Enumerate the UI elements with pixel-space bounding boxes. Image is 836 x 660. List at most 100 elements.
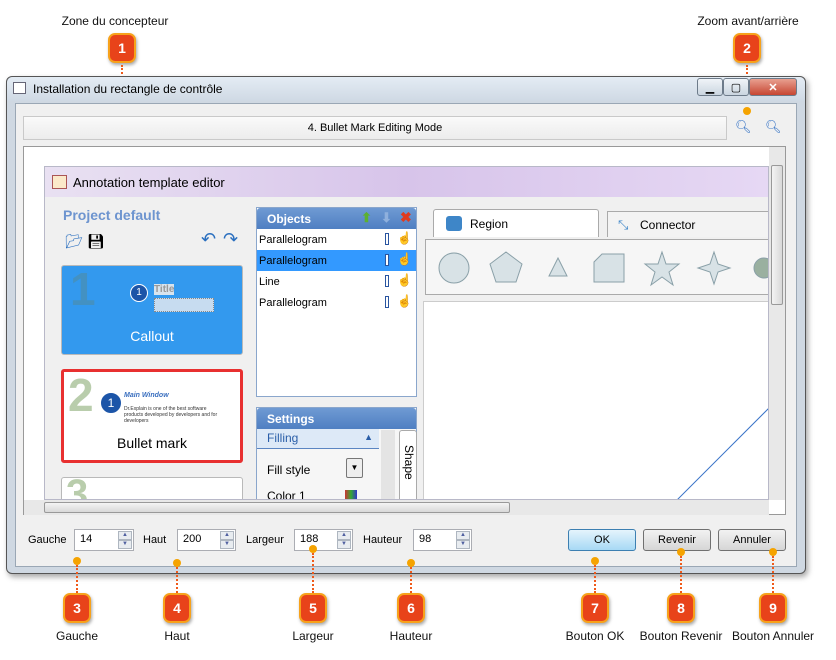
fill-style-label: Fill style bbox=[267, 463, 311, 477]
object-list-item[interactable]: Parallelogram ☝ bbox=[257, 292, 416, 313]
callout-line bbox=[772, 556, 774, 593]
object-list-item[interactable]: Parallelogram ☝ bbox=[257, 250, 416, 271]
object-name: Parallelogram bbox=[259, 254, 327, 267]
bullet-icon: 1 bbox=[130, 284, 148, 302]
haut-spinbox[interactable]: 200 ▲ ▼ bbox=[177, 529, 236, 551]
close-button[interactable]: ✕ bbox=[749, 78, 797, 96]
hauteur-label: Hauteur bbox=[363, 534, 403, 546]
triangle-shape-icon[interactable] bbox=[548, 256, 568, 277]
template-number: 3 bbox=[66, 472, 89, 500]
hauteur-spinbox[interactable]: 98 ▲ ▼ bbox=[413, 529, 472, 551]
save-icon[interactable]: 💾︎ bbox=[87, 233, 105, 250]
spin-up-button[interactable]: ▲ bbox=[220, 531, 234, 540]
tab-label: Connector bbox=[640, 217, 696, 232]
hand-icon[interactable]: ☝ bbox=[397, 231, 412, 245]
gauche-value[interactable]: 14 bbox=[80, 533, 92, 545]
visibility-icon[interactable] bbox=[385, 233, 389, 245]
preview-title: Title bbox=[154, 284, 175, 295]
star-shape-icon[interactable] bbox=[643, 250, 681, 287]
spin-down-button[interactable]: ▼ bbox=[220, 540, 234, 549]
hand-icon[interactable]: ☝ bbox=[397, 273, 412, 287]
tab-connector[interactable]: ⤡ Connector bbox=[607, 211, 768, 237]
cancel-button[interactable]: Annuler bbox=[718, 529, 786, 551]
line-object[interactable] bbox=[677, 404, 769, 500]
shape-tab[interactable]: Shape bbox=[399, 430, 417, 499]
callout-badge-7: 7 bbox=[581, 593, 609, 623]
callout-line bbox=[312, 553, 314, 593]
hand-icon[interactable]: ☝ bbox=[397, 252, 412, 266]
starburst-shape-icon[interactable] bbox=[753, 257, 769, 279]
horizontal-scrollbar[interactable] bbox=[24, 500, 769, 515]
star4-shape-icon[interactable] bbox=[696, 250, 732, 286]
pentagon-shape-icon[interactable] bbox=[489, 251, 523, 283]
minimize-button[interactable]: ▁ bbox=[697, 78, 723, 96]
spin-up-button[interactable]: ▲ bbox=[337, 531, 351, 540]
editor-title: Annotation template editor bbox=[73, 174, 225, 190]
move-down-icon[interactable]: ⬇ bbox=[381, 210, 392, 226]
visibility-icon[interactable] bbox=[385, 254, 389, 266]
editor-title-bar: Annotation template editor bbox=[45, 167, 768, 197]
preview-text-box bbox=[154, 298, 214, 312]
ok-button[interactable]: OK bbox=[568, 529, 636, 551]
template-card-3[interactable]: 3 bbox=[61, 472, 243, 499]
callout-label: Bouton OK bbox=[565, 629, 625, 643]
objects-header: Objects ⬆ ⬇ ✖ bbox=[257, 208, 416, 229]
objects-panel: Objects ⬆ ⬇ ✖ Parallelogram ☝ Parallelogra… bbox=[256, 207, 417, 397]
spin-down-button[interactable]: ▼ bbox=[337, 540, 351, 549]
largeur-label: Largeur bbox=[246, 534, 284, 546]
vertical-scrollbar[interactable] bbox=[769, 147, 785, 500]
callout-label-zoom: Zoom avant/arrière bbox=[697, 14, 799, 28]
scrollbar-thumb[interactable] bbox=[44, 502, 510, 513]
mode-bar: 4. Bullet Mark Editing Mode bbox=[23, 116, 727, 140]
collapse-icon: ▲ bbox=[364, 432, 373, 442]
object-name: Parallelogram bbox=[259, 233, 327, 246]
largeur-value[interactable]: 188 bbox=[300, 533, 318, 545]
callout-badge-9: 9 bbox=[759, 593, 787, 623]
callout-label: Bouton Revenir bbox=[639, 629, 723, 643]
callout-dot bbox=[769, 548, 777, 556]
visibility-icon[interactable] bbox=[385, 275, 389, 287]
zoom-out-icon[interactable]: 🔍︎ bbox=[765, 119, 782, 135]
object-name: Line bbox=[259, 275, 280, 288]
largeur-spinbox[interactable]: 188 ▲ ▼ bbox=[294, 529, 353, 551]
revert-button[interactable]: Revenir bbox=[643, 529, 711, 551]
maximize-button[interactable]: ▢ bbox=[723, 78, 749, 96]
settings-scrollbar[interactable] bbox=[381, 430, 395, 499]
scrollbar-thumb[interactable] bbox=[771, 165, 783, 305]
square-shape-icon[interactable] bbox=[593, 253, 625, 283]
object-list-item[interactable]: Line ☝ bbox=[257, 271, 416, 292]
haut-value[interactable]: 200 bbox=[183, 533, 201, 545]
template-label: Callout bbox=[130, 328, 174, 344]
circle-shape-icon[interactable] bbox=[438, 252, 470, 284]
hauteur-value[interactable]: 98 bbox=[419, 533, 431, 545]
template-card-callout[interactable]: 1 1 Title Callout bbox=[61, 263, 243, 355]
zoom-in-icon[interactable]: 🔍︎ bbox=[735, 119, 752, 135]
filling-section[interactable]: Filling ▲ bbox=[257, 429, 379, 449]
tab-region[interactable]: Region bbox=[433, 209, 599, 237]
move-up-icon[interactable]: ⬆ bbox=[361, 210, 372, 226]
spin-up-button[interactable]: ▲ bbox=[118, 531, 132, 540]
callout-badge-6: 6 bbox=[397, 593, 425, 623]
connector-icon: ⤡ bbox=[618, 217, 629, 232]
fill-style-dropdown[interactable]: ▼ bbox=[346, 458, 363, 478]
spin-up-button[interactable]: ▲ bbox=[456, 531, 470, 540]
region-icon bbox=[446, 216, 462, 231]
tab-label: Region bbox=[470, 216, 509, 231]
redo-icon[interactable]: ↷ bbox=[223, 229, 238, 250]
template-card-bullet-mark[interactable]: 2 1 Main Window Dr.Explain is one of the… bbox=[61, 369, 243, 463]
visibility-icon[interactable] bbox=[385, 296, 389, 308]
gauche-spinbox[interactable]: 14 ▲ ▼ bbox=[74, 529, 134, 551]
object-list-item[interactable]: Parallelogram ☝ bbox=[257, 229, 416, 250]
undo-icon[interactable]: ↶ bbox=[201, 229, 216, 250]
hand-icon[interactable]: ☝ bbox=[397, 294, 412, 308]
open-folder-icon[interactable]: 📂︎ bbox=[65, 233, 83, 250]
color-picker-icon[interactable] bbox=[345, 490, 357, 499]
spin-down-button[interactable]: ▼ bbox=[456, 540, 470, 549]
callout-badge-5: 5 bbox=[299, 593, 327, 623]
editor-app-icon bbox=[52, 175, 67, 189]
callout-label: Largeur bbox=[292, 629, 334, 643]
delete-icon[interactable]: ✖ bbox=[400, 209, 412, 226]
shape-canvas[interactable] bbox=[423, 301, 769, 500]
spin-down-button[interactable]: ▼ bbox=[118, 540, 132, 549]
callout-dot bbox=[173, 559, 181, 567]
